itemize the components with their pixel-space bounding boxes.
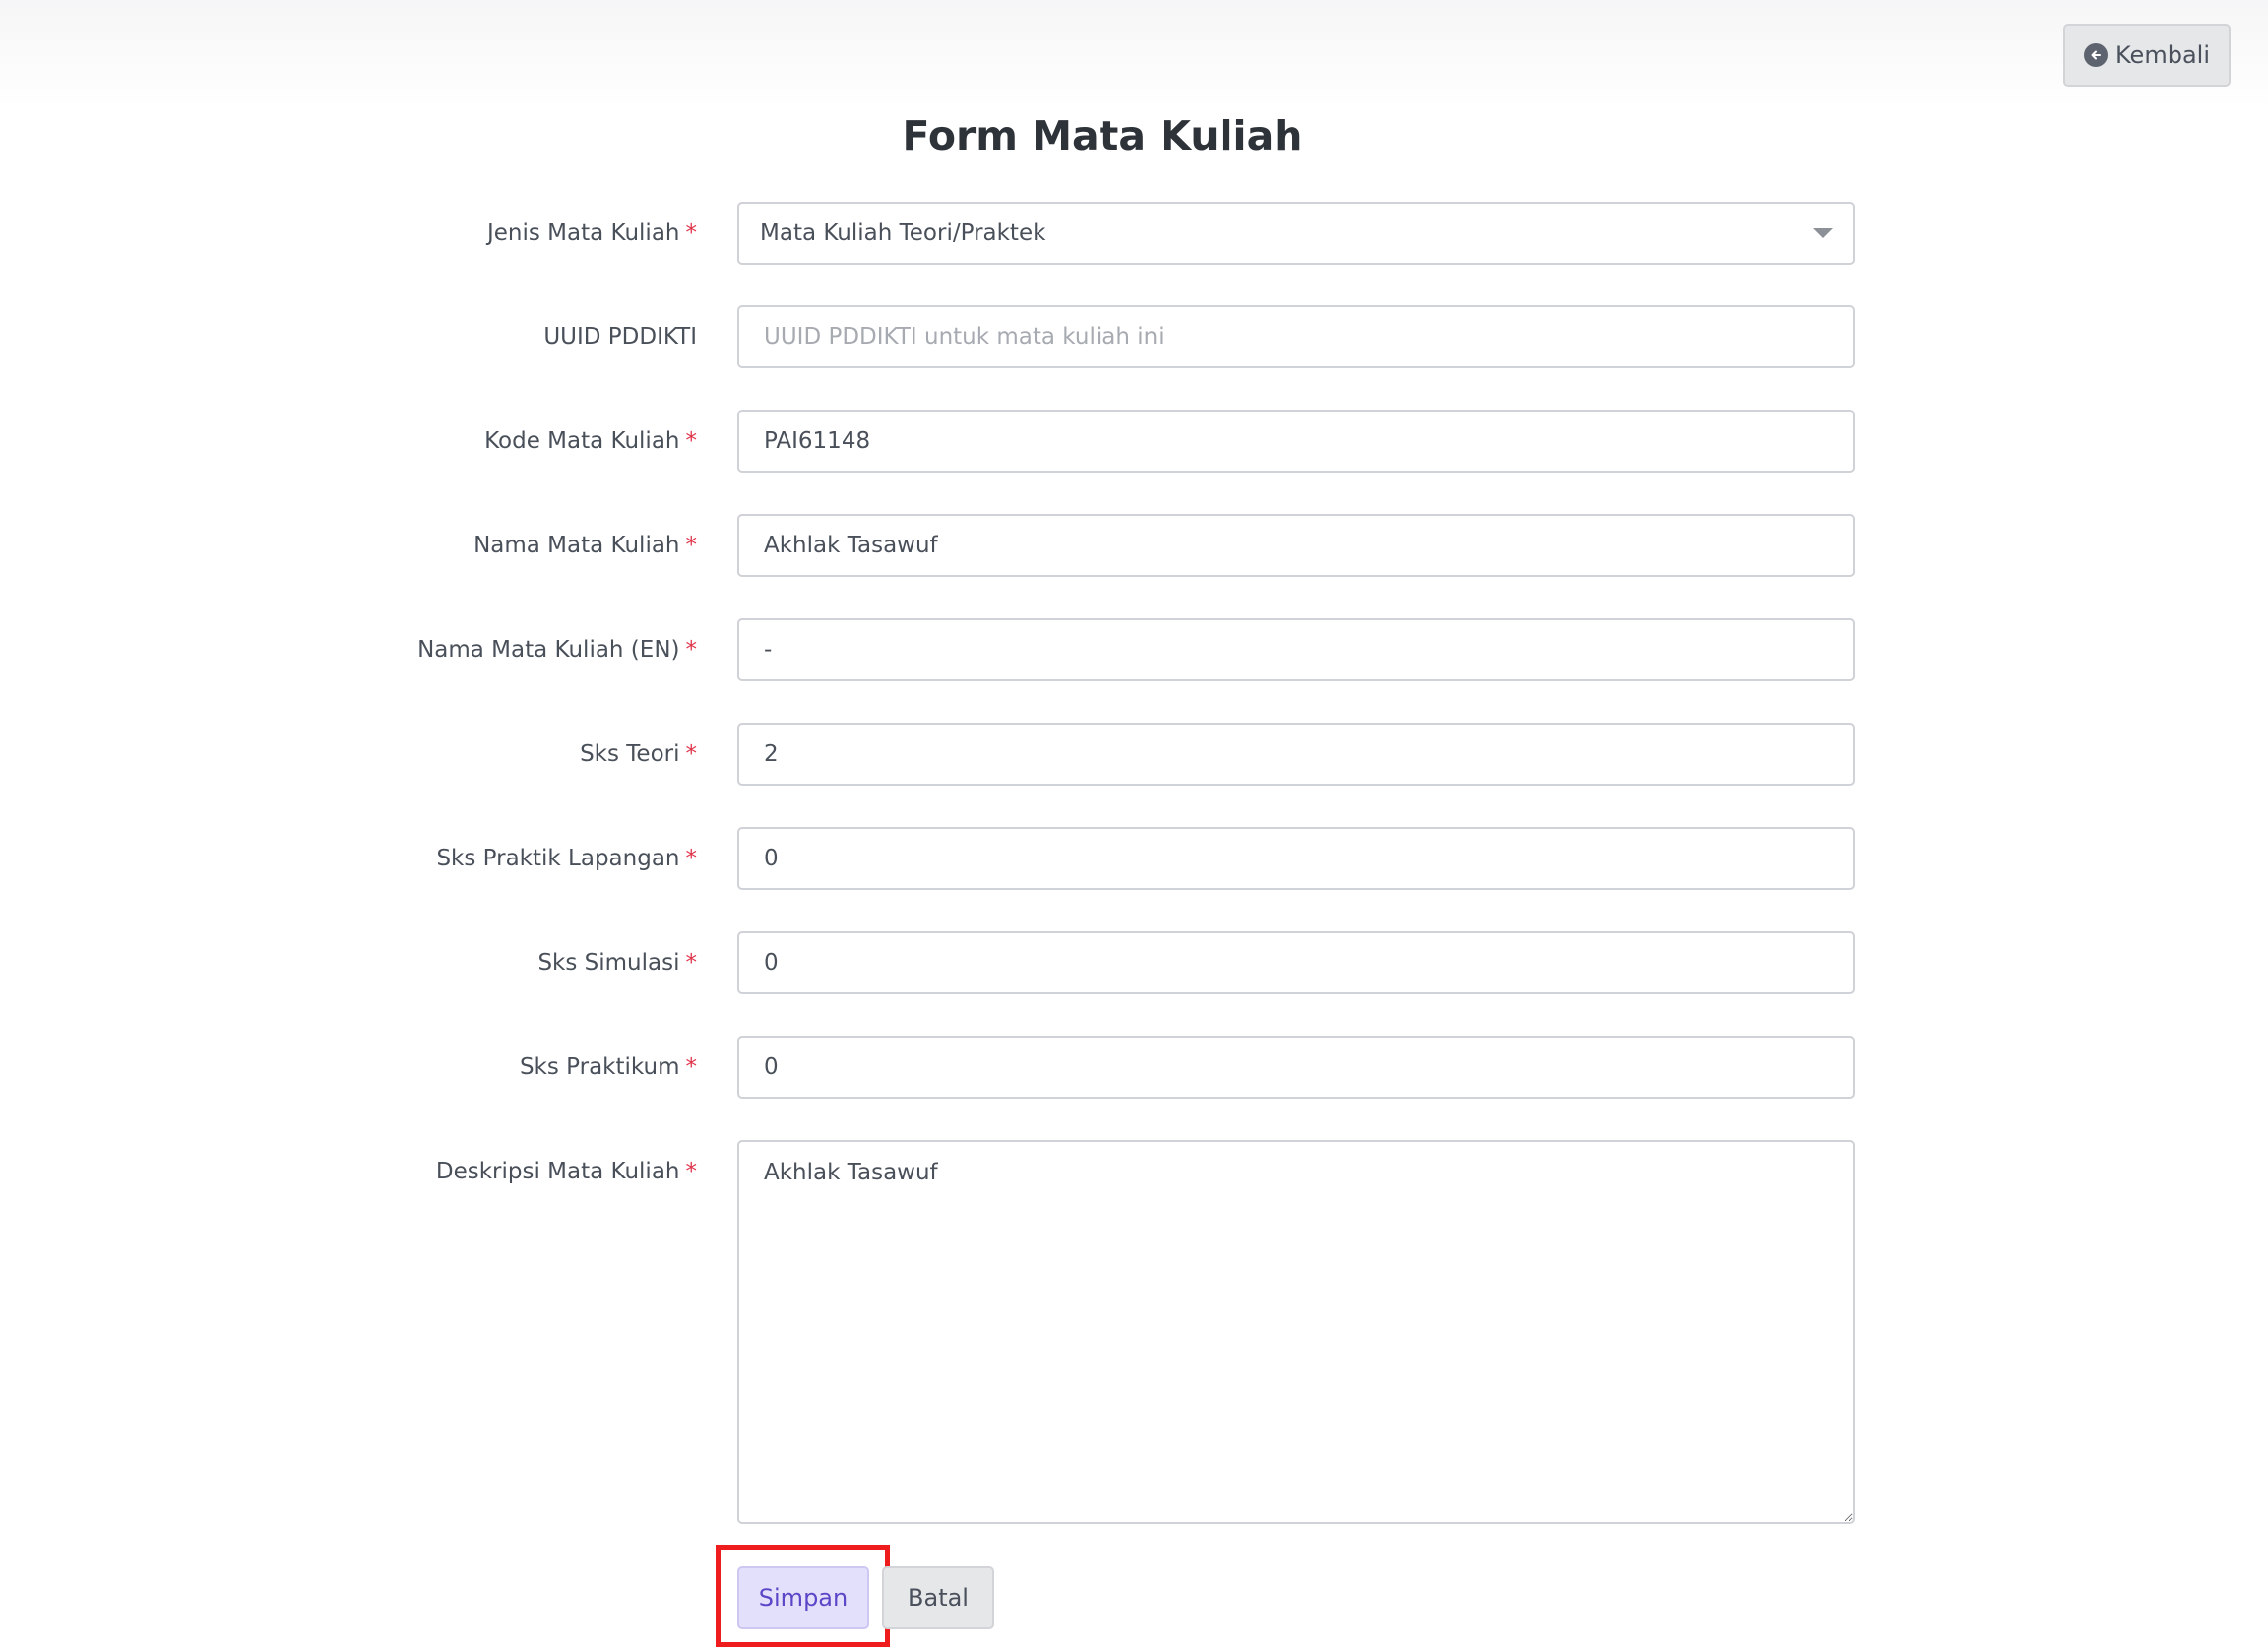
cancel-button-label: Batal <box>908 1584 969 1612</box>
back-button[interactable]: Kembali <box>2063 24 2231 87</box>
required-marker: * <box>685 950 698 976</box>
cancel-button[interactable]: Batal <box>882 1566 994 1629</box>
label-uuid-pddikti: UUID PDDIKTI <box>543 324 697 349</box>
label-kode-mata-kuliah: Kode Mata Kuliah * <box>484 428 698 454</box>
kode-mata-kuliah-input[interactable] <box>737 410 1855 473</box>
label-nama-mata-kuliah-en: Nama Mata Kuliah (EN) * <box>417 637 698 663</box>
required-marker: * <box>685 428 698 454</box>
label-sks-praktikum: Sks Praktikum * <box>519 1054 698 1080</box>
required-marker: * <box>685 846 698 871</box>
label-nama-mata-kuliah: Nama Mata Kuliah * <box>473 533 698 558</box>
required-marker: * <box>685 221 698 246</box>
label-deskripsi-mata-kuliah: Deskripsi Mata Kuliah * <box>435 1159 698 1184</box>
nama-mata-kuliah-en-input[interactable] <box>737 618 1855 681</box>
arrow-left-circle-icon <box>2084 43 2109 67</box>
uuid-pddikti-input[interactable] <box>737 305 1855 368</box>
label-jenis-mata-kuliah: Jenis Mata Kuliah * <box>486 221 698 246</box>
sks-praktikum-input[interactable] <box>737 1036 1855 1099</box>
label-sks-praktik-lapangan: Sks Praktik Lapangan * <box>436 846 698 871</box>
back-button-label: Kembali <box>2115 41 2210 69</box>
page-title: Form Mata Kuliah <box>902 112 1303 159</box>
required-marker: * <box>685 741 698 767</box>
chevron-down-icon <box>1813 228 1833 238</box>
nama-mata-kuliah-input[interactable] <box>737 514 1855 577</box>
top-bar <box>0 0 2268 108</box>
required-marker: * <box>685 637 698 663</box>
required-marker: * <box>685 1054 698 1080</box>
required-marker: * <box>685 1159 698 1184</box>
label-sks-simulasi: Sks Simulasi * <box>537 950 698 976</box>
sks-teori-input[interactable] <box>737 723 1855 786</box>
label-sks-teori: Sks Teori * <box>580 741 698 767</box>
jenis-mata-kuliah-select[interactable]: Mata Kuliah Teori/Praktek <box>737 202 1855 265</box>
deskripsi-mata-kuliah-textarea[interactable]: Akhlak Tasawuf <box>737 1140 1855 1524</box>
save-button-label: Simpan <box>758 1584 849 1612</box>
jenis-mata-kuliah-selected-value: Mata Kuliah Teori/Praktek <box>760 221 1046 246</box>
sks-simulasi-input[interactable] <box>737 931 1855 994</box>
sks-praktik-lapangan-input[interactable] <box>737 827 1855 890</box>
required-marker: * <box>685 533 698 558</box>
save-button[interactable]: Simpan <box>737 1566 869 1629</box>
